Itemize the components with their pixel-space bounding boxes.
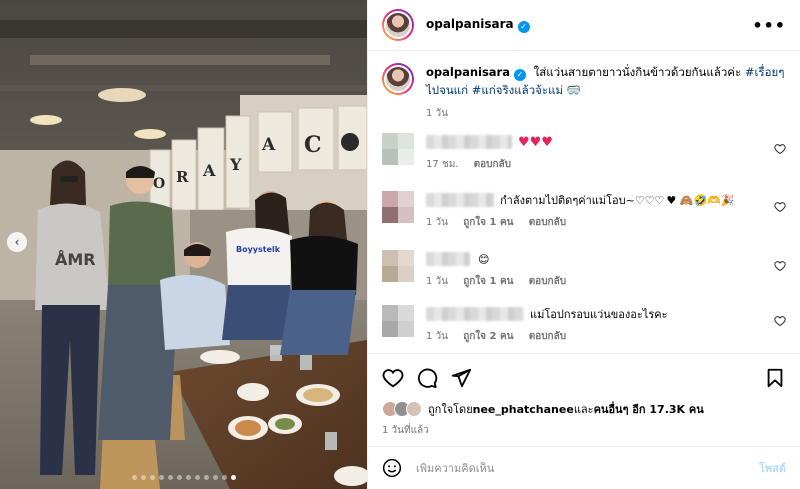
group-photo-illustration: O R A Y A C ÅMR Boyystelk — [0, 0, 367, 489]
carousel-dot — [176, 475, 182, 480]
carousel-dot — [194, 475, 200, 480]
likes-middle: และ — [573, 403, 594, 416]
comment-hearts: ♥♥♥ — [518, 134, 553, 150]
carousel-dot — [185, 475, 191, 480]
comment-bubble-icon[interactable] — [416, 367, 438, 389]
blurred-username — [426, 307, 524, 321]
comment-avatar[interactable] — [382, 305, 414, 337]
emoji-smile-icon[interactable] — [382, 458, 402, 478]
comment-emojis: 😊 — [478, 252, 490, 266]
svg-text:C: C — [304, 132, 322, 158]
comment-item: ♥♥♥ 17 ชม. ตอบกลับ — [382, 133, 786, 172]
carousel-dot — [230, 475, 236, 480]
svg-text:R: R — [176, 168, 189, 186]
like-comment-heart-icon[interactable] — [774, 201, 786, 213]
verified-badge-icon: ✓ — [514, 69, 526, 81]
carousel-dot — [149, 475, 155, 480]
share-paper-plane-icon[interactable] — [450, 367, 472, 389]
carousel-dot — [221, 475, 227, 480]
svg-text:Y: Y — [229, 155, 242, 174]
comment-item: แม่โอปกรอบแว่นของอะไรคะ 1 วัน ถูกใจ 2 คน… — [382, 305, 786, 344]
comment-time[interactable]: 1 วัน — [426, 217, 448, 228]
comment-text: แม่โอปกรอบแว่นของอะไรคะ — [530, 308, 668, 321]
more-options-icon[interactable]: ••• — [752, 16, 786, 35]
comment-likes[interactable]: ถูกใจ 2 คน — [463, 331, 513, 342]
comment-emojis: ♥ 🙈🤣🫶🎉 — [666, 193, 735, 207]
carousel-dot — [158, 475, 164, 480]
comment-text: กำลังตามไปติดๆค่าแม่โอบ~♡♡♡ — [500, 194, 665, 207]
comment-time[interactable]: 1 วัน — [426, 276, 448, 287]
comment-item: 😊 1 วัน ถูกใจ 1 คน ตอบกลับ — [382, 250, 786, 289]
reply-button[interactable]: ตอบกลับ — [529, 331, 566, 342]
add-comment-bar: โพสต์ — [368, 446, 800, 489]
liker-avatars — [382, 401, 422, 417]
comment-avatar[interactable] — [382, 250, 414, 282]
reply-button[interactable]: ตอบกลับ — [529, 217, 566, 228]
caption-emoji: 🥽 — [566, 83, 582, 97]
post-caption: opalpanisara ✓ ใส่แว่นสายตายาวนั่งกินข้าว… — [368, 51, 800, 123]
comments-scroll[interactable]: opalpanisara ✓ ใส่แว่นสายตายาวนั่งกินข้าว… — [368, 51, 800, 353]
carousel-dots — [0, 475, 367, 480]
like-heart-icon[interactable] — [382, 367, 404, 389]
likes-prefix: ถูกใจโดย — [428, 403, 473, 416]
svg-text:O: O — [153, 176, 165, 192]
blurred-username — [426, 252, 470, 266]
carousel-dot — [203, 475, 209, 480]
post-date[interactable]: 1 วันที่แล้ว — [368, 418, 800, 438]
blurred-username — [426, 193, 494, 207]
add-comment-input[interactable] — [416, 461, 759, 475]
svg-text:A: A — [202, 161, 216, 180]
comment-time[interactable]: 17 ชม. — [426, 159, 458, 170]
reply-button[interactable]: ตอบกลับ — [529, 276, 566, 287]
post-header: opalpanisara ✓ ••• — [368, 0, 800, 51]
blurred-username — [426, 135, 512, 149]
svg-text:A: A — [261, 135, 276, 155]
avatar[interactable] — [382, 63, 414, 95]
likes-others[interactable]: คนอื่นๆ อีก 17.3K คน — [594, 400, 704, 418]
post-actions: ถูกใจโดย nee_phatchanee และ คนอื่นๆ อีก 1… — [368, 353, 800, 489]
previous-image-button[interactable]: ‹ — [7, 232, 27, 252]
reply-button[interactable]: ตอบกลับ — [474, 159, 511, 170]
comment-item: กำลังตามไปติดๆค่าแม่โอบ~♡♡♡ ♥ 🙈🤣🫶🎉 1 วัน… — [382, 191, 786, 230]
carousel-dot — [167, 475, 173, 480]
like-comment-heart-icon[interactable] — [774, 143, 786, 155]
comment-avatar[interactable] — [382, 191, 414, 223]
avatar[interactable] — [382, 9, 414, 41]
caption-text: ใส่แว่นสายตายาวนั่งกินข้าวด้วยกันแล้วค่ะ — [533, 65, 745, 79]
svg-text:ÅMR: ÅMR — [55, 250, 96, 269]
save-bookmark-icon[interactable] — [764, 367, 786, 389]
carousel-dot — [212, 475, 218, 480]
comment-avatar[interactable] — [382, 133, 414, 165]
like-comment-heart-icon[interactable] — [774, 260, 786, 272]
post-side-panel: opalpanisara ✓ ••• opalpanisara ✓ ใส่แว่นส… — [367, 0, 800, 489]
caption-time[interactable]: 1 วัน — [426, 108, 448, 119]
username-link[interactable]: opalpanisara ✓ — [426, 17, 530, 33]
comment-likes[interactable]: ถูกใจ 1 คน — [463, 276, 513, 287]
post-photo[interactable]: O R A Y A C ÅMR Boyystelk ‹ — [0, 0, 367, 489]
caption-username[interactable]: opalpanisara — [426, 65, 510, 79]
svg-text:Boyystelk: Boyystelk — [236, 245, 281, 254]
comment-likes[interactable]: ถูกใจ 1 คน — [463, 217, 513, 228]
like-comment-heart-icon[interactable] — [774, 315, 786, 327]
liker-username[interactable]: nee_phatchanee — [473, 403, 574, 416]
carousel-dot — [131, 475, 137, 480]
verified-badge-icon: ✓ — [517, 21, 530, 33]
carousel-dot — [140, 475, 146, 480]
comment-time[interactable]: 1 วัน — [426, 331, 448, 342]
post-comment-button[interactable]: โพสต์ — [759, 459, 786, 477]
likes-summary[interactable]: ถูกใจโดย nee_phatchanee และ คนอื่นๆ อีก 1… — [368, 392, 800, 418]
